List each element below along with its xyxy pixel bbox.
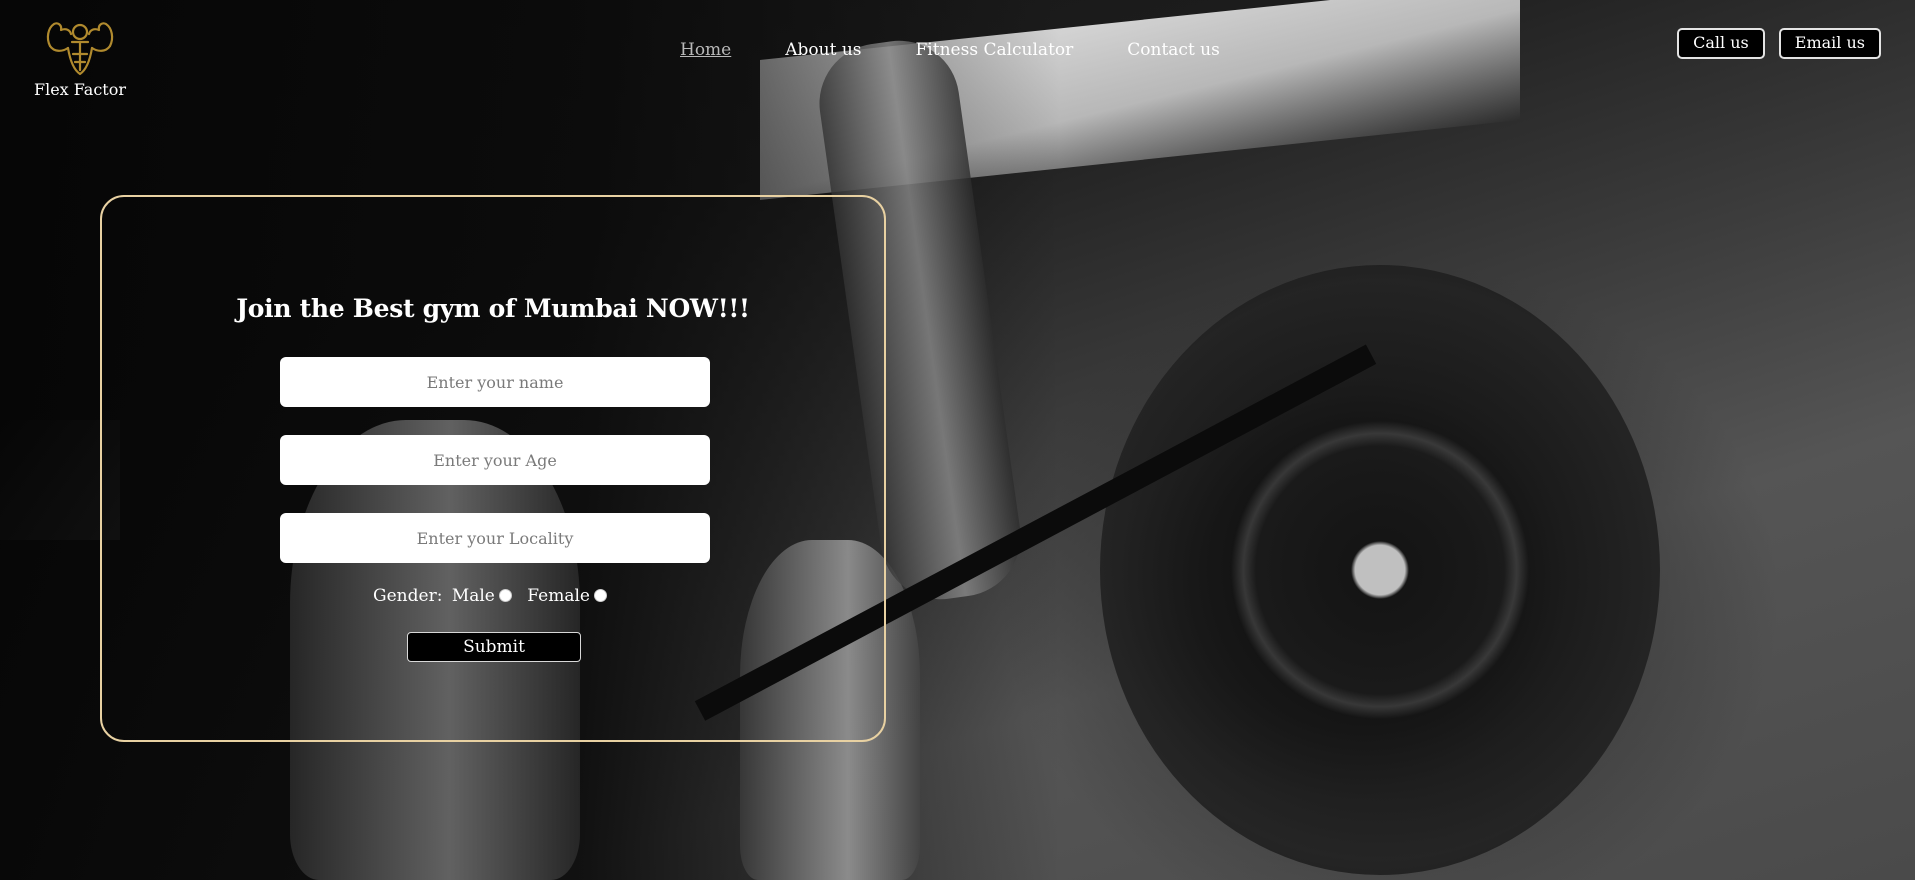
nav-fitness-calculator-link[interactable]: Fitness Calculator xyxy=(916,40,1074,60)
nav-home-link[interactable]: Home xyxy=(680,40,731,60)
gender-label: Gender: xyxy=(373,586,443,606)
background-weight-plate xyxy=(1100,265,1660,875)
main-nav: Home About us Fitness Calculator Contact… xyxy=(680,40,1220,60)
brand-logo[interactable]: Flex Factor xyxy=(30,16,130,99)
gender-male-radio[interactable] xyxy=(498,588,512,602)
gender-option-female-label: Female xyxy=(527,586,590,606)
join-form-title: Join the Best gym of Mumbai NOW!!! xyxy=(236,294,750,323)
home-page: Flex Factor Home About us Fitness Calcul… xyxy=(0,0,1915,880)
gender-option-male-label: Male xyxy=(451,586,495,606)
brand-name: Flex Factor xyxy=(33,80,127,99)
locality-input[interactable] xyxy=(280,513,710,563)
header-actions: Call us Email us xyxy=(1677,28,1881,59)
nav-about-link[interactable]: About us xyxy=(785,40,861,60)
call-us-button[interactable]: Call us xyxy=(1677,28,1765,59)
gender-female-radio[interactable] xyxy=(593,588,607,602)
gender-selector: Gender: Male Female xyxy=(102,586,884,606)
nav-contact-link[interactable]: Contact us xyxy=(1127,40,1220,60)
join-form-card: Join the Best gym of Mumbai NOW!!! Gende… xyxy=(100,195,886,742)
email-us-button[interactable]: Email us xyxy=(1778,28,1881,59)
submit-button[interactable]: Submit xyxy=(407,632,581,662)
name-input[interactable] xyxy=(280,357,710,407)
muscle-man-icon xyxy=(46,22,114,76)
age-input[interactable] xyxy=(280,435,710,485)
